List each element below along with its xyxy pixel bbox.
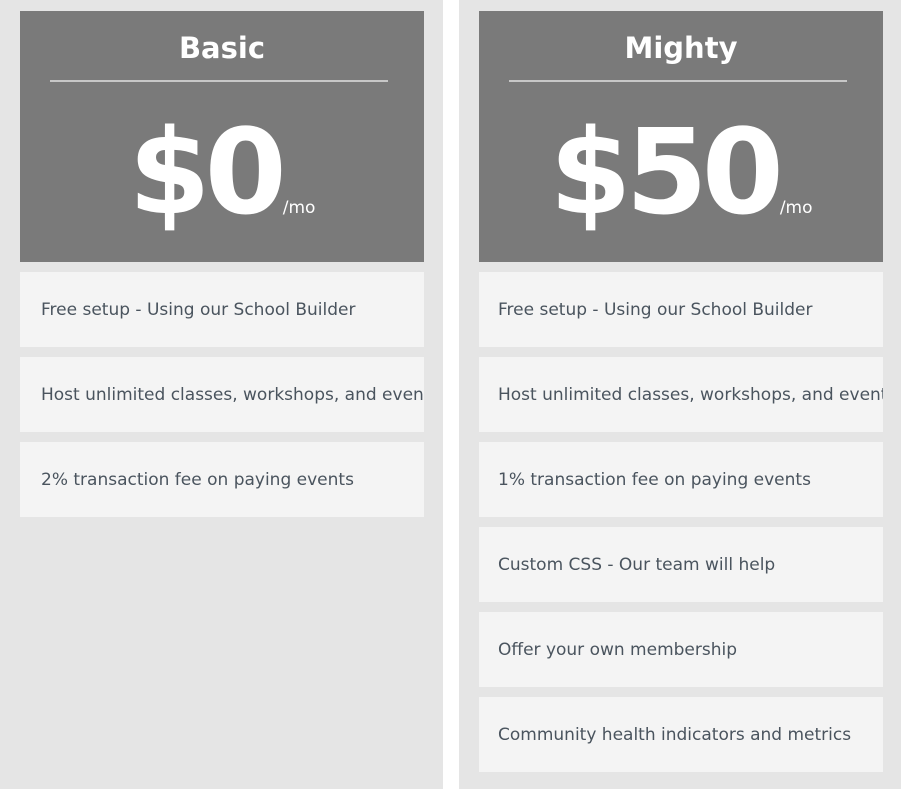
- feature-item: Custom CSS - Our team will help: [479, 527, 883, 602]
- feature-item: Host unlimited classes, workshops, and e…: [479, 357, 883, 432]
- plan-name-basic: Basic: [178, 31, 266, 65]
- feature-item: 1% transaction fee on paying events: [479, 442, 883, 517]
- plan-price-basic: $0: [128, 103, 287, 241]
- plan-period-basic: /mo: [282, 198, 316, 218]
- plan-card-mighty: Mighty $50/mo Free setup - Using our Sch…: [459, 0, 901, 789]
- price-block-mighty: $50/mo: [479, 107, 883, 237]
- feature-item: Offer your own membership: [479, 612, 883, 687]
- plan-card-basic: Basic $0/mo Free setup - Using our Schoo…: [0, 0, 443, 789]
- plan-price-mighty: $50: [549, 103, 783, 241]
- plan-name-mighty: Mighty: [624, 31, 738, 65]
- feature-item: Free setup - Using our School Builder: [479, 272, 883, 347]
- plan-header-mighty: Mighty $50/mo: [479, 11, 883, 262]
- feature-item: Free setup - Using our School Builder: [20, 272, 424, 347]
- plan-header-basic: Basic $0/mo: [20, 11, 424, 262]
- feature-item: Host unlimited classes, workshops, and e…: [20, 357, 424, 432]
- feature-item: Community health indicators and metrics: [479, 697, 883, 772]
- feature-item: 2% transaction fee on paying events: [20, 442, 424, 517]
- plan-period-mighty: /mo: [779, 198, 813, 218]
- price-block-basic: $0/mo: [20, 107, 424, 237]
- header-divider: [509, 80, 847, 82]
- header-divider: [50, 80, 388, 82]
